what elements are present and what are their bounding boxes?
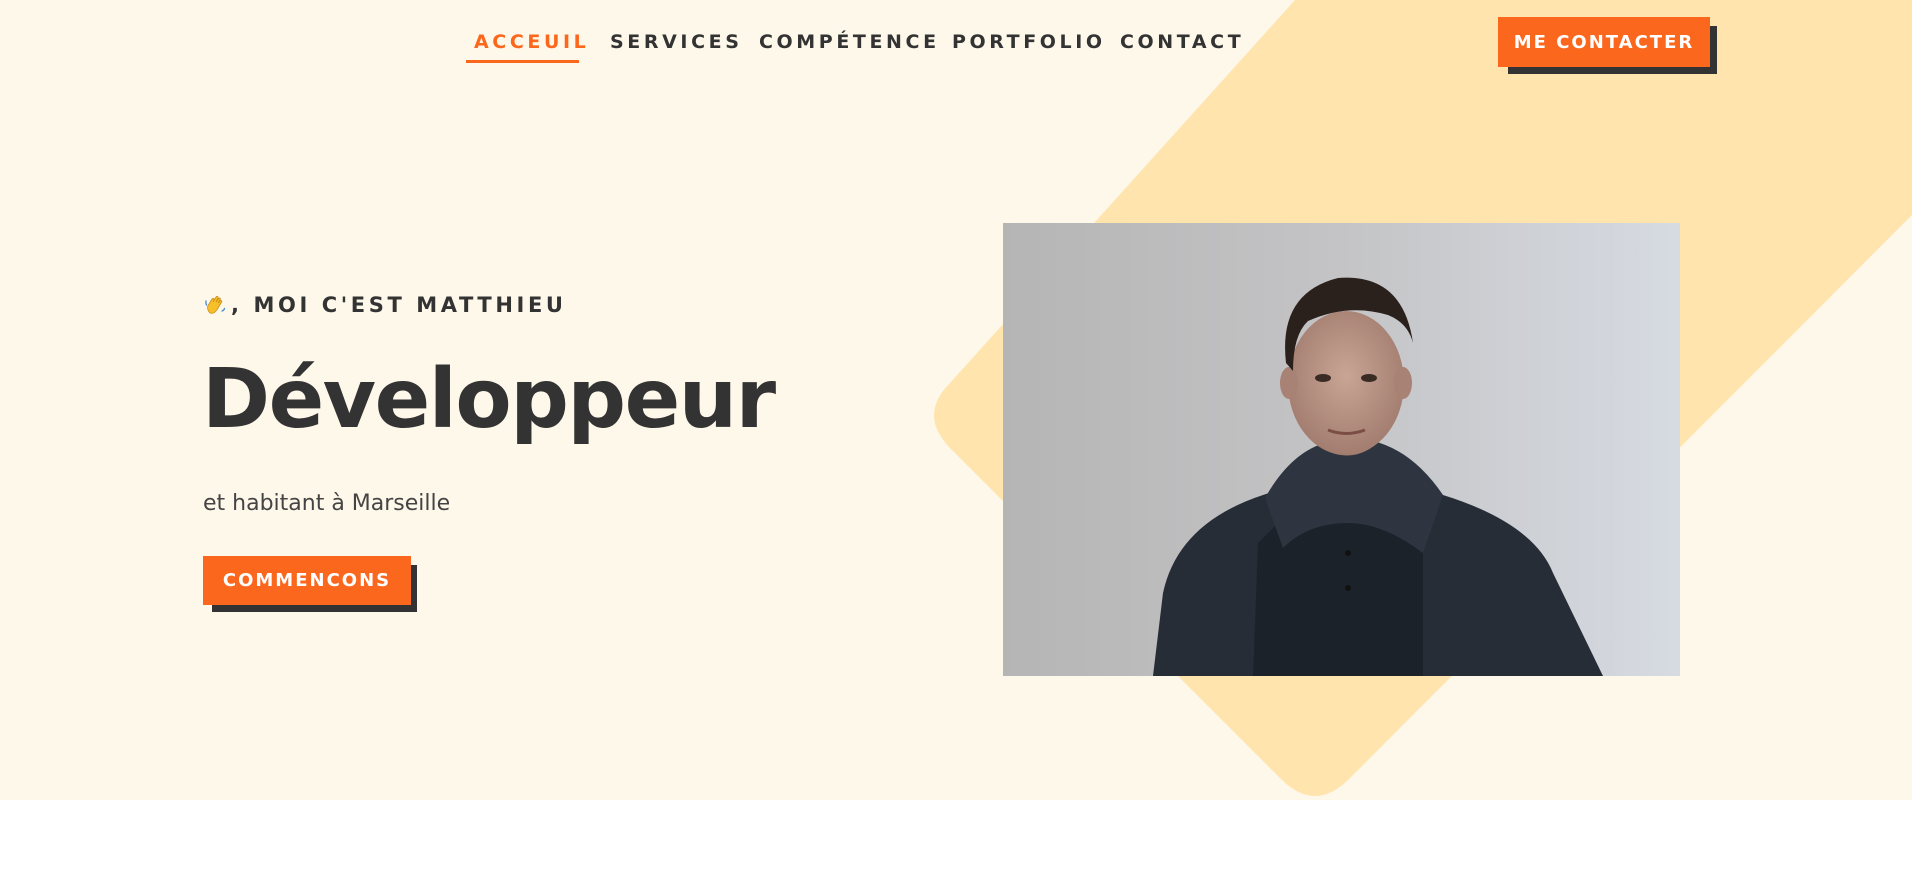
nav-link-portfolio[interactable]: PORTFOLIO [952, 30, 1106, 54]
hero-section: ACCEUIL SERVICES COMPÉTENCE PORTFOLIO CO… [0, 0, 1912, 800]
waving-hand-icon [203, 293, 227, 317]
nav-link-accueil[interactable]: ACCEUIL [474, 30, 589, 54]
me-contacter-button[interactable]: ME CONTACTER [1498, 17, 1710, 67]
nav-link-services[interactable]: SERVICES [610, 30, 742, 54]
profile-photo [1003, 223, 1680, 676]
main-navigation: ACCEUIL SERVICES COMPÉTENCE PORTFOLIO CO… [0, 0, 1912, 84]
greeting-text: , MOI C'EST MATTHIEU [231, 293, 567, 317]
contact-button-wrapper: ME CONTACTER [1498, 17, 1717, 74]
nav-link-contact[interactable]: CONTACT [1120, 30, 1244, 54]
hero-title: Développeur [202, 352, 776, 447]
commencons-button-wrapper: COMMENCONS [203, 556, 417, 612]
hero-subtitle: et habitant à Marseille [203, 491, 451, 516]
nav-link-competence[interactable]: COMPÉTENCE [759, 30, 940, 54]
hero-greeting: , MOI C'EST MATTHIEU [203, 290, 567, 320]
active-nav-indicator [466, 60, 579, 63]
commencons-button[interactable]: COMMENCONS [203, 556, 411, 605]
